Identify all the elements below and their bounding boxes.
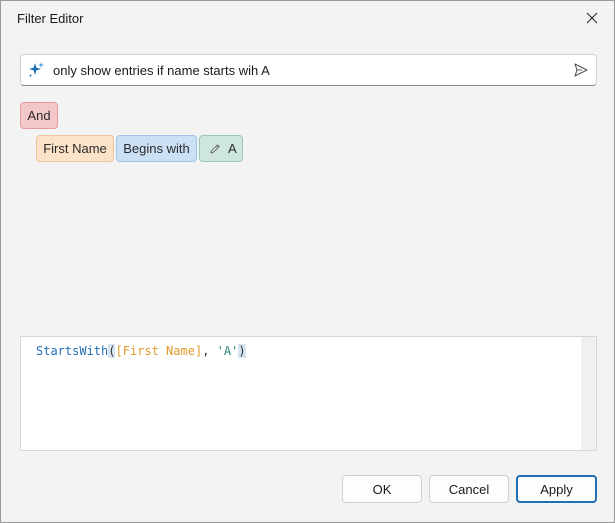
apply-button[interactable]: Apply [516,475,597,503]
expression-field: [First Name] [115,344,203,358]
value-label: A [228,141,237,156]
expression-string: 'A' [216,344,239,358]
expression-function: StartsWith [36,344,109,358]
expression-close-paren: ) [238,344,246,358]
field-chip[interactable]: First Name [36,135,114,162]
value-chip[interactable]: A [199,135,243,162]
condition-operator-chip[interactable]: Begins with [116,135,197,162]
vertical-scrollbar[interactable] [581,337,596,450]
condition-operator-label: Begins with [123,141,190,156]
close-button[interactable] [580,6,604,30]
field-label: First Name [43,141,107,156]
filter-editor-window: Filter Editor And First Name Begins wit [0,0,615,523]
group-operator-chip[interactable]: And [20,102,58,129]
sparkle-icon [27,61,45,79]
ai-prompt-box [20,54,597,86]
window-title: Filter Editor [17,11,84,26]
group-operator-label: And [27,108,51,123]
pencil-icon [209,143,221,155]
expression-text: StartsWith([First Name], 'A') [36,344,246,359]
expression-separator: , [202,344,217,358]
ok-button[interactable]: OK [342,475,422,503]
ai-prompt-input[interactable] [53,55,558,85]
close-icon [586,12,598,24]
expression-editor[interactable]: StartsWith([First Name], 'A') [20,336,597,451]
title-bar: Filter Editor [1,1,614,35]
send-button[interactable] [572,61,590,79]
cancel-button[interactable]: Cancel [429,475,509,503]
send-icon [574,63,588,77]
